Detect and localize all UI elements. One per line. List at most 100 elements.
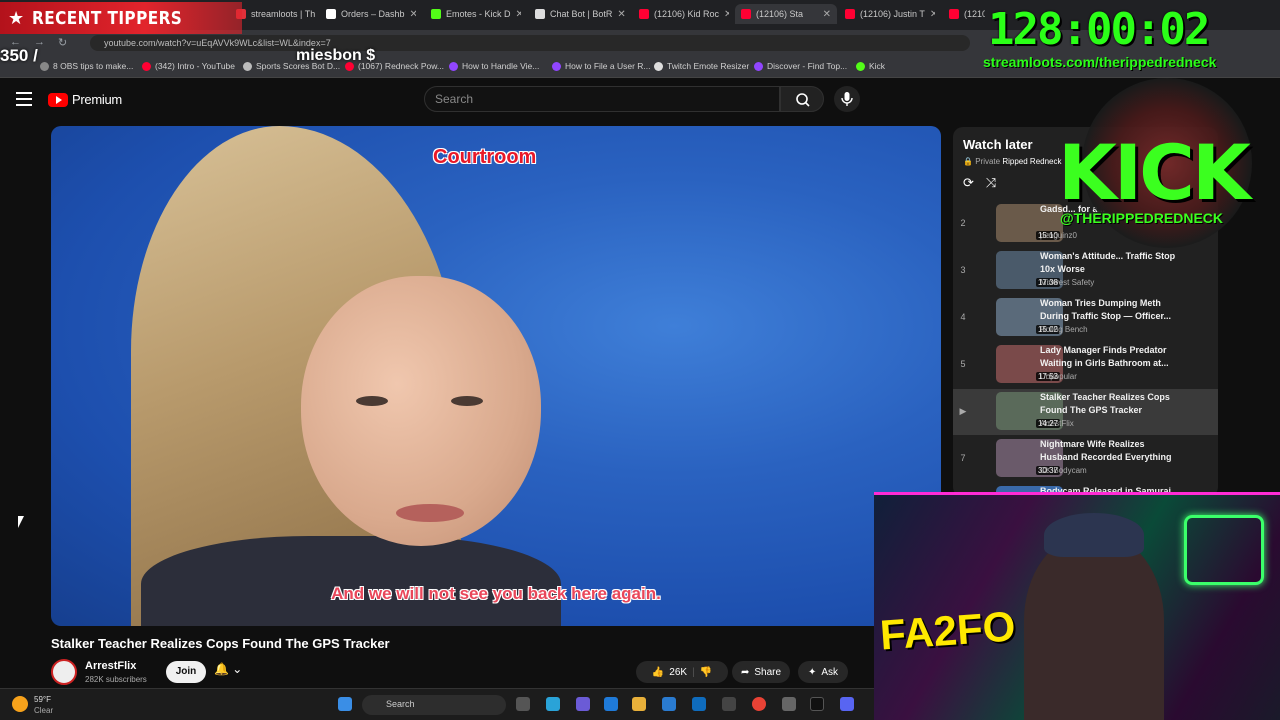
close-tab-icon[interactable]: ✕ xyxy=(724,9,729,20)
bookmark-icon xyxy=(40,61,49,71)
windows-taskbar: 59°F Clear Search xyxy=(0,688,874,720)
webcam-sign: FA2FO xyxy=(878,602,1017,659)
webcam-overlay: FA2FO xyxy=(874,492,1280,720)
youtube-icon xyxy=(845,9,855,19)
file-explorer-icon[interactable] xyxy=(632,697,646,711)
start-icon[interactable] xyxy=(338,697,352,711)
search-button[interactable] xyxy=(780,86,824,112)
sparkle-icon: ✦ xyxy=(807,666,817,678)
edge-icon[interactable] xyxy=(604,697,618,711)
close-tab-icon[interactable]: ✕ xyxy=(617,9,625,20)
store-icon[interactable] xyxy=(662,697,676,711)
playlist-item[interactable]: 7 30:37 Nightmare Wife Realizes Husband … xyxy=(953,436,1218,482)
search-input[interactable]: Search xyxy=(424,86,780,112)
playlist-item[interactable]: 4 15:02 Woman Tries Dumping Meth During … xyxy=(953,295,1218,341)
twitch-icon xyxy=(552,61,561,71)
video-caption-courtroom: Courtroom xyxy=(433,146,537,168)
youtube-icon xyxy=(741,9,751,19)
close-tab-icon[interactable]: ✕ xyxy=(516,9,521,20)
star-icon: ★ xyxy=(8,7,25,28)
recent-tippers-banner: ★ RECENT TIPPERS xyxy=(0,2,242,34)
twitch-icon xyxy=(449,61,458,71)
tab-streamloots[interactable]: streamloots | Th✕ xyxy=(236,4,316,24)
tab-justin[interactable]: (12106) Justin T ✕ xyxy=(845,4,935,24)
playlist-item[interactable]: 3 17:38 Woman's Attitude... Traffic Stop… xyxy=(953,248,1218,294)
bookmark[interactable]: Twitch Emote Resizer xyxy=(654,61,749,71)
video-frame-body xyxy=(141,536,561,626)
close-tab-icon[interactable]: ✕ xyxy=(930,9,935,20)
subscriber-count: 282K subscribers xyxy=(85,675,147,684)
chatbot-icon xyxy=(535,9,545,19)
globe-icon xyxy=(654,61,663,71)
search-icon xyxy=(796,93,810,107)
playlist-item[interactable]: 5 17:53 Lady Manager Finds Predator Wait… xyxy=(953,342,1218,388)
weather-widget[interactable]: 59°F Clear xyxy=(12,694,53,716)
tab-orders[interactable]: Orders – Dashb ✕ xyxy=(326,4,416,24)
youtube-icon xyxy=(639,9,649,19)
task-view-icon[interactable] xyxy=(516,697,530,711)
tipper-ticker-left: 350 / xyxy=(0,46,38,65)
bookmark-icon xyxy=(243,61,252,71)
app-icon[interactable] xyxy=(782,697,796,711)
shuffle-icon[interactable]: ⤨ xyxy=(986,175,996,191)
outlook-icon[interactable] xyxy=(692,697,706,711)
discord-icon[interactable] xyxy=(840,697,854,711)
streamloots-url: streamloots.com/therippedredneck xyxy=(983,54,1217,70)
url-field[interactable]: youtube.com/watch?v=uEqAVVk9WLc&list=WL&… xyxy=(90,35,970,51)
channel-name[interactable]: ArrestFlix xyxy=(85,660,136,672)
streamer xyxy=(1024,535,1164,720)
tab-chat-bot[interactable]: Chat Bot | BotR ✕ xyxy=(535,4,625,24)
neon-sign xyxy=(1184,515,1264,585)
playlist-meta: 🔒 Private Ripped Redneck xyxy=(963,157,1062,166)
widgets-icon[interactable] xyxy=(546,697,560,711)
bookmark[interactable]: How to File a User R... xyxy=(552,61,651,71)
tab-extra[interactable]: (1210 xyxy=(949,4,985,24)
bookmark[interactable]: 8 OBS tips to make... xyxy=(40,61,133,71)
weather-sun-icon xyxy=(12,696,28,712)
hamburger-menu-icon[interactable] xyxy=(16,92,32,110)
share-button[interactable]: ➦ Share xyxy=(732,661,790,683)
playlist-item-current[interactable]: ▶ 14:27 Stalker Teacher Realizes Cops Fo… xyxy=(953,389,1218,435)
streamer-cap xyxy=(1044,513,1144,557)
video-subtitle: And we will not see you back here again. xyxy=(331,584,661,603)
youtube-icon xyxy=(949,9,959,19)
taskbar-search[interactable]: Search xyxy=(362,695,506,715)
loop-icon[interactable]: ⟳ xyxy=(963,175,974,191)
tab-emotes-kick[interactable]: Emotes - Kick D ✕ xyxy=(431,4,521,24)
video-title: Stalker Teacher Realizes Cops Found The … xyxy=(51,636,390,651)
video-frame-lips xyxy=(396,504,464,522)
notification-bell-icon[interactable]: 🔔 ⌄ xyxy=(214,662,242,676)
mouse-cursor xyxy=(18,516,24,528)
tipper-ticker-right: miesbon $ xyxy=(296,47,376,64)
ask-button[interactable]: ✦ Ask xyxy=(798,661,848,683)
kick-icon xyxy=(431,9,441,19)
chrome-icon[interactable] xyxy=(752,697,766,711)
thumbs-down-icon[interactable]: 👎 xyxy=(700,667,712,678)
youtube-logo[interactable]: Premium xyxy=(48,92,122,107)
teams-icon[interactable] xyxy=(576,697,590,711)
close-tab-icon[interactable]: ✕ xyxy=(823,9,831,20)
terminal-icon[interactable] xyxy=(810,697,824,711)
microphone-icon xyxy=(841,92,853,106)
channel-avatar[interactable] xyxy=(51,659,77,685)
video-player[interactable]: Courtroom And we will not see you back h… xyxy=(51,126,941,626)
orders-icon xyxy=(326,9,336,19)
bookmark[interactable]: (342) Intro - YouTube xyxy=(142,61,235,71)
like-dislike-button[interactable]: 👍 26K | 👎 xyxy=(636,661,728,683)
video-frame-eye xyxy=(356,396,388,406)
tab-kid-rock[interactable]: (12106) Kid Roc ✕ xyxy=(639,4,729,24)
bookmark[interactable]: Kick xyxy=(856,61,885,71)
bookmark[interactable]: Discover - Find Top... xyxy=(754,61,847,71)
obs-icon[interactable] xyxy=(722,697,736,711)
playlist-title: Watch later xyxy=(963,137,1033,152)
reload-icon[interactable]: ↻ xyxy=(58,36,67,49)
join-button[interactable]: Join xyxy=(166,661,206,683)
close-tab-icon[interactable]: ✕ xyxy=(410,9,416,20)
tab-active-video[interactable]: (12106) Sta ✕ xyxy=(735,4,837,24)
bookmark[interactable]: How to Handle Vie... xyxy=(449,61,539,71)
youtube-header: Premium Search xyxy=(0,78,1280,122)
voice-search-button[interactable] xyxy=(834,86,860,112)
share-icon: ➦ xyxy=(740,666,750,678)
youtube-icon xyxy=(142,61,151,71)
kick-icon xyxy=(856,61,865,71)
